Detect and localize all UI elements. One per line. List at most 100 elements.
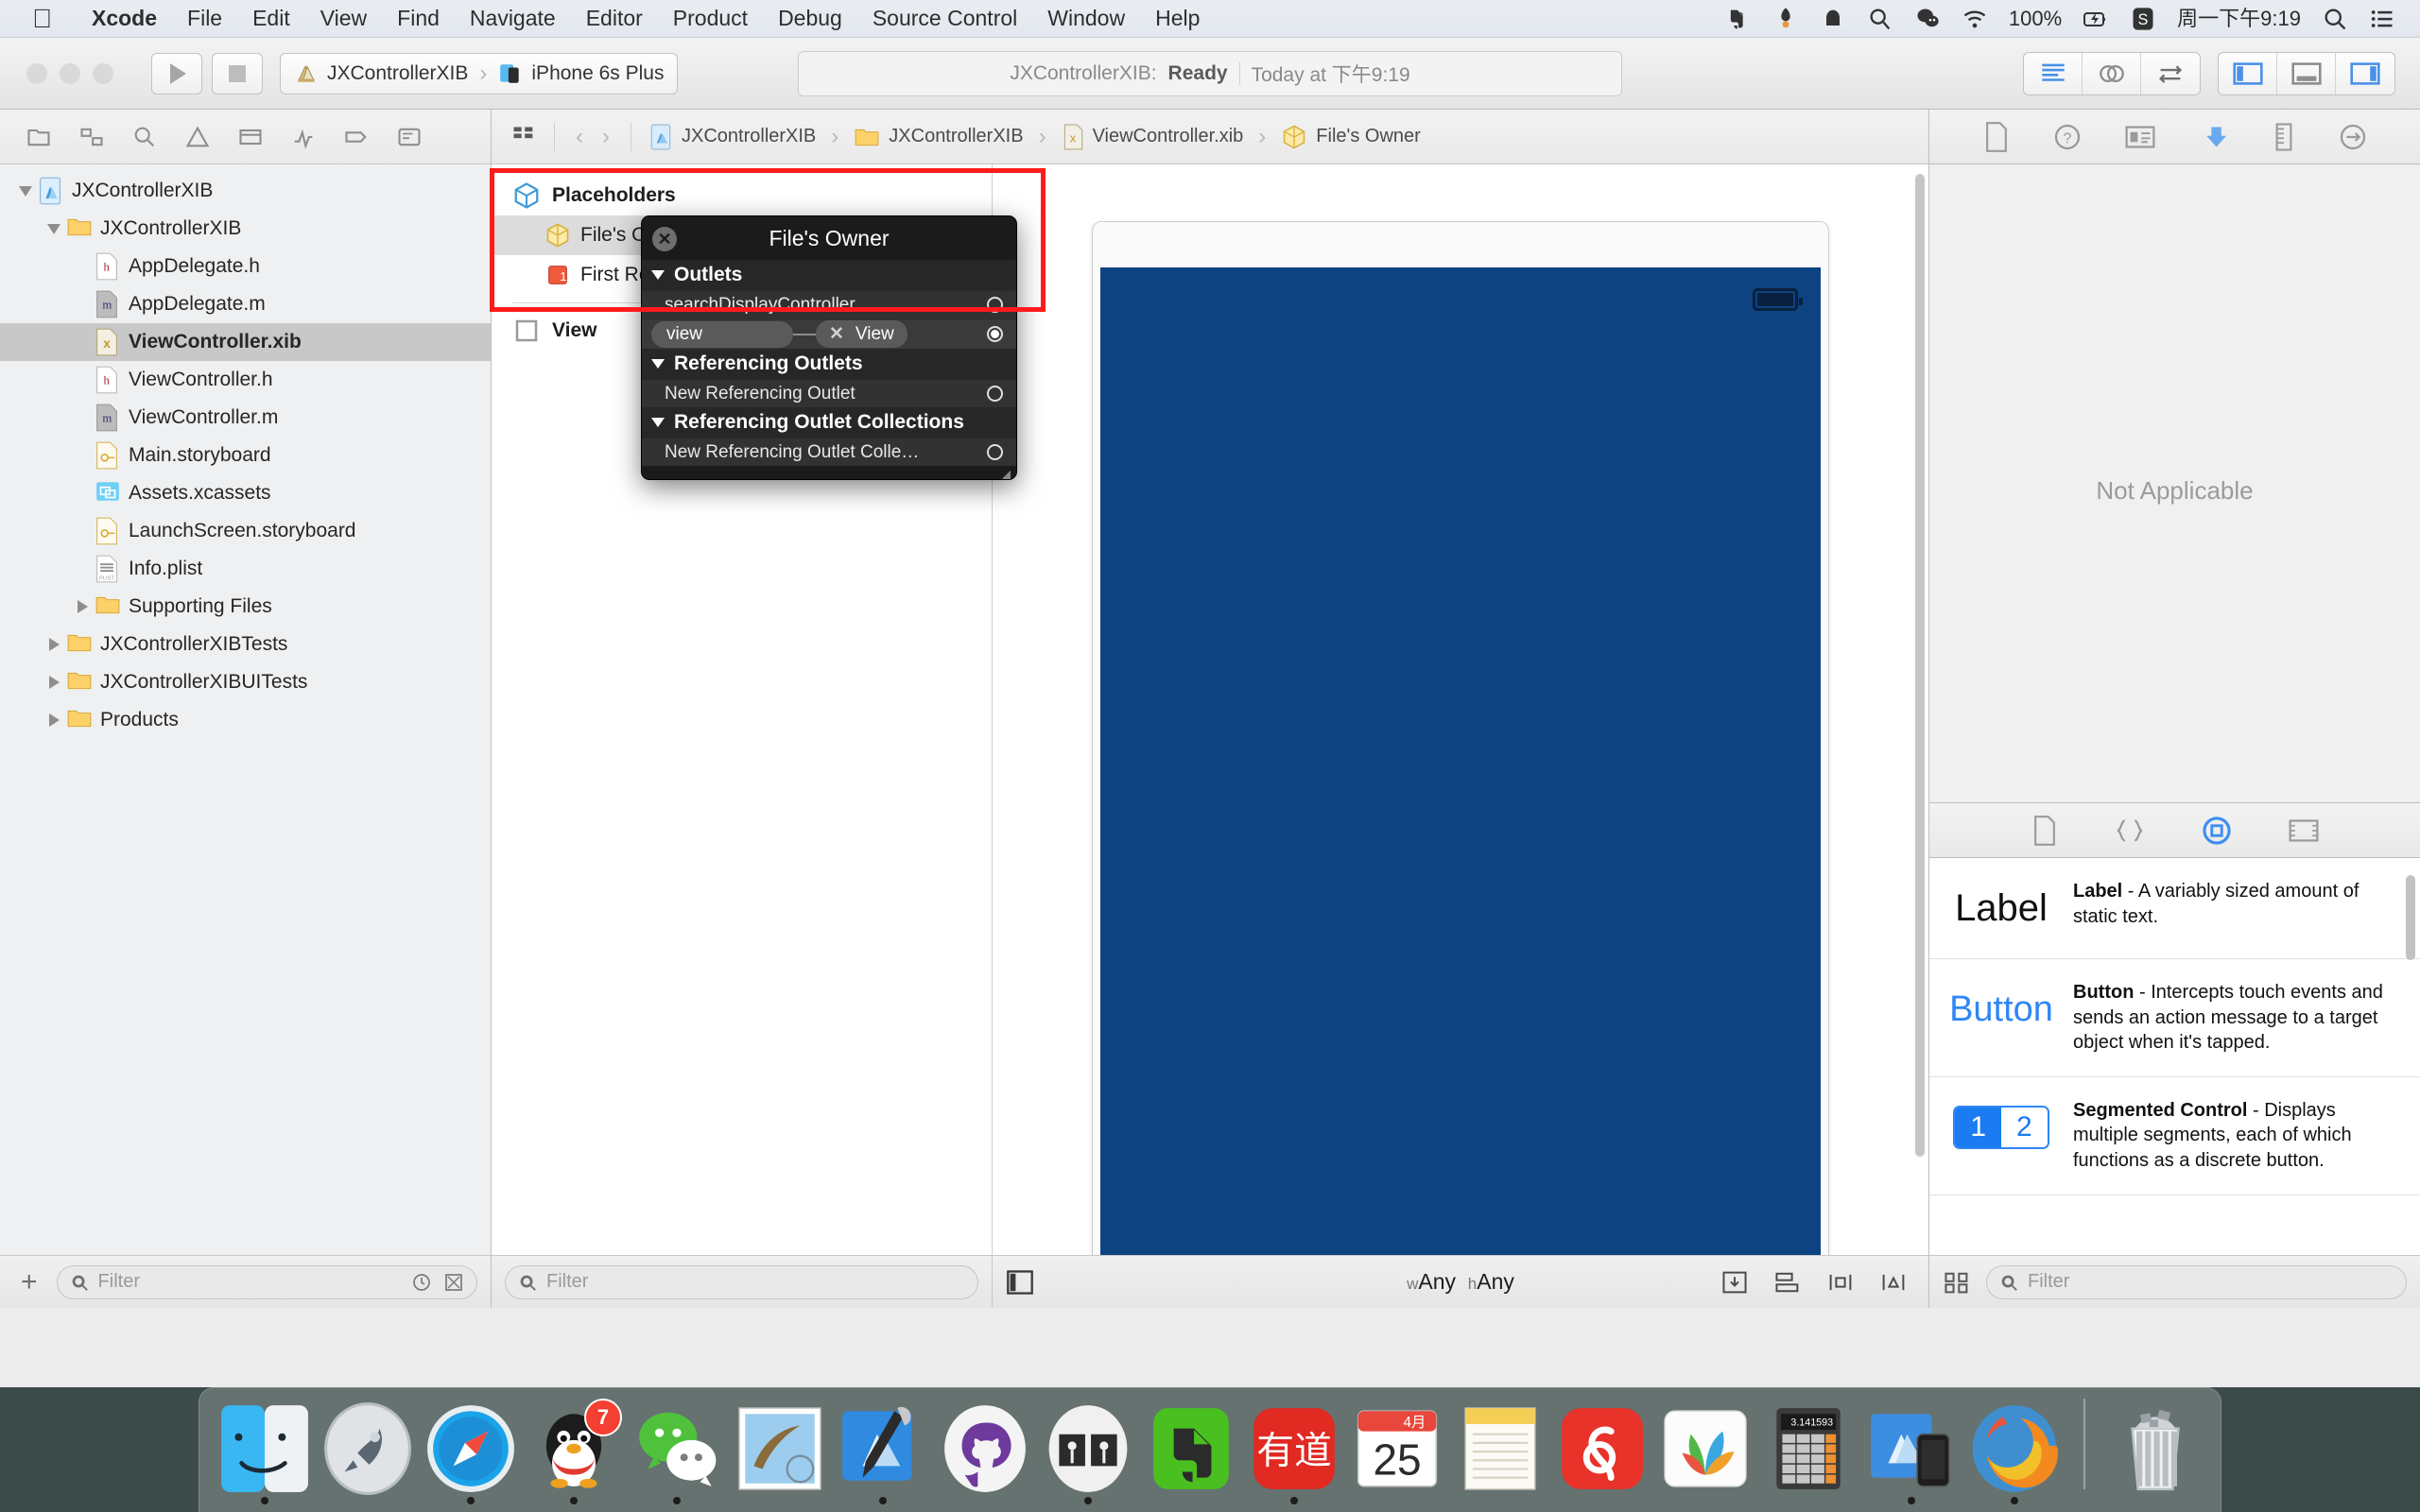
menu-item-xcode[interactable]: Xcode <box>77 6 172 31</box>
disclosure-triangle-right-icon[interactable] <box>42 676 66 689</box>
file-template-library-icon[interactable] <box>2031 815 2059 846</box>
navigator-row-products[interactable]: Products <box>0 701 491 739</box>
utilities-toggle-icon[interactable] <box>2336 53 2394 94</box>
minimize-window-button[interactable] <box>60 62 80 84</box>
connection-well-empty[interactable] <box>987 386 1003 402</box>
dock-item-notes[interactable] <box>1453 1397 1547 1506</box>
size-class-indicator[interactable]: wAny hAny <box>1407 1269 1514 1295</box>
pin-icon[interactable] <box>1826 1269 1855 1296</box>
breadcrumb-object[interactable]: File's Owner <box>1281 124 1421 150</box>
dock-item-calendar[interactable]: 4月 25 <box>1350 1397 1443 1506</box>
connection-well-empty[interactable] <box>987 444 1003 460</box>
dock-item-evernote[interactable] <box>1145 1397 1238 1506</box>
disclosure-triangle-right-icon[interactable] <box>42 713 66 727</box>
update-frames-icon[interactable] <box>1720 1269 1749 1296</box>
dock-item-qq[interactable]: 7 <box>527 1397 623 1506</box>
outline-header-placeholders[interactable]: Placeholders <box>492 176 992 215</box>
debug-toggle-icon[interactable] <box>2277 52 2336 94</box>
outline-filter-field[interactable]: Filter <box>505 1264 978 1299</box>
breakpoint-navigator-icon[interactable] <box>342 124 371 150</box>
navigator-row-jxcontrollerxibuitests[interactable]: JXControllerXIBUITests <box>0 663 491 701</box>
breadcrumb-folder[interactable]: JXControllerXIB <box>854 125 1024 149</box>
related-items-icon[interactable] <box>510 124 537 150</box>
connection-well-filled[interactable] <box>987 326 1003 342</box>
debug-navigator-icon[interactable] <box>289 124 318 150</box>
menu-item-navigate[interactable]: Navigate <box>455 6 571 31</box>
resolve-issues-icon[interactable] <box>1879 1269 1908 1296</box>
navigator-row-appdelegate-m[interactable]: m AppDelegate.m <box>0 285 491 323</box>
menu-item-window[interactable]: Window <box>1032 6 1140 31</box>
dropbox-menu-icon[interactable] <box>1772 6 1799 32</box>
root-view[interactable] <box>1100 267 1821 1255</box>
navigator-row-appdelegate-h[interactable]: h AppDelegate.h <box>0 248 491 285</box>
navigator-row-jxcontrollerxib[interactable]: JXControllerXIB <box>0 210 491 248</box>
dock-item-finder[interactable] <box>218 1397 312 1506</box>
window-traffic-lights[interactable] <box>26 62 113 84</box>
library-filter-field[interactable]: Filter <box>1986 1264 2407 1299</box>
dock-item-trash[interactable] <box>2108 1397 2202 1506</box>
size-inspector-icon[interactable] <box>2272 122 2296 152</box>
wifi-menu-icon[interactable] <box>1962 6 1988 32</box>
navigator-row-main-storyboard[interactable]: Main.storyboard <box>0 437 491 474</box>
report-navigator-icon[interactable] <box>395 124 424 150</box>
editor-mode-segmented-control[interactable] <box>2023 51 2201 95</box>
source-control-filter-icon[interactable] <box>442 1271 465 1294</box>
standard-editor-icon[interactable] <box>2024 52 2083 94</box>
menu-item-editor[interactable]: Editor <box>571 6 658 31</box>
evernote-menu-icon[interactable] <box>1725 6 1752 32</box>
hud-outlet-view-target[interactable]: ✕ View <box>816 320 908 348</box>
stop-button[interactable] <box>212 52 263 94</box>
identity-inspector-icon[interactable] <box>2124 123 2156 151</box>
cloud-menu-icon[interactable] <box>1820 6 1846 32</box>
navigator-row-info-plist[interactable]: PLIST Info.plist <box>0 550 491 588</box>
library-item-segmented-control[interactable]: 1 2 Segmented Control - Displays multiple … <box>1929 1077 2420 1195</box>
assistant-editor-icon[interactable] <box>2083 52 2141 94</box>
dock-item-github-desktop[interactable] <box>939 1397 1032 1506</box>
menu-bar-clock[interactable]: 周一下午9:19 <box>2177 8 2301 29</box>
menu-item-help[interactable]: Help <box>1140 6 1215 31</box>
menu-item-find[interactable]: Find <box>382 6 455 31</box>
dock-item-xcode[interactable] <box>836 1397 929 1506</box>
connection-well-empty[interactable] <box>987 297 1003 313</box>
disclosure-triangle-down-icon[interactable] <box>13 185 38 197</box>
menu-item-edit[interactable]: Edit <box>237 6 305 31</box>
navigator-row-viewcontroller-h[interactable]: h ViewController.h <box>0 361 491 399</box>
menu-item-product[interactable]: Product <box>658 6 763 31</box>
hud-section-outlets[interactable]: Outlets <box>642 260 1016 290</box>
breadcrumb-file[interactable]: x ViewController.xib <box>1062 124 1243 150</box>
dock-item-mindnode[interactable] <box>1659 1397 1753 1506</box>
attributes-inspector-icon[interactable] <box>2198 122 2230 152</box>
recent-files-filter-icon[interactable] <box>410 1271 433 1294</box>
view-toggle-segmented-control[interactable] <box>2218 51 2395 95</box>
disconnect-icon[interactable]: ✕ <box>829 323 844 345</box>
dock-item-launchpad[interactable] <box>321 1397 415 1506</box>
issue-navigator-icon[interactable] <box>183 124 212 150</box>
search-magnifier-menu-icon[interactable] <box>1867 6 1893 32</box>
file-inspector-icon[interactable] <box>1982 121 2011 152</box>
apple-logo-icon[interactable]:  <box>32 5 52 32</box>
hud-section-referencing-outlets[interactable]: Referencing Outlets <box>642 349 1016 379</box>
dock-item-calculator[interactable]: 3.141593 <box>1762 1397 1856 1506</box>
dock-item-youdao-dictionary[interactable]: 有道 <box>1248 1397 1341 1506</box>
navigator-row-jxcontrollerxib[interactable]: JXControllerXIB <box>0 172 491 210</box>
navigator-row-launchscreen-storyboard[interactable]: LaunchScreen.storyboard <box>0 512 491 550</box>
hud-outlet-view[interactable]: view ✕ View <box>642 318 1016 349</box>
navigator-row-supporting-files[interactable]: Supporting Files <box>0 588 491 626</box>
navigator-row-viewcontroller-xib[interactable]: x ViewController.xib <box>0 323 491 361</box>
code-snippet-library-icon[interactable] <box>2114 816 2146 845</box>
add-file-button[interactable]: + <box>13 1266 45 1298</box>
zoom-window-button[interactable] <box>93 62 113 84</box>
breadcrumb-project[interactable]: JXControllerXIB <box>648 124 816 150</box>
hud-new-referencing-outlet[interactable]: New Referencing Outlet <box>642 379 1016 407</box>
media-library-icon[interactable] <box>2288 816 2320 845</box>
menu-item-source-control[interactable]: Source Control <box>857 6 1032 31</box>
notification-center-icon[interactable] <box>2369 6 2395 32</box>
disclosure-triangle-right-icon[interactable] <box>70 600 95 613</box>
hud-section-referencing-outlet-collections[interactable]: Referencing Outlet Collections <box>642 407 1016 438</box>
canvas-scrollbar[interactable] <box>1915 174 1925 1157</box>
dock-item-safari[interactable] <box>424 1397 518 1506</box>
library-scrollbar[interactable] <box>2406 875 2415 960</box>
forward-chevron-icon[interactable]: › <box>602 124 610 150</box>
quick-help-inspector-icon[interactable]: ? <box>2052 122 2083 152</box>
object-library-list[interactable]: Label Label - A variably sized amount of … <box>1929 858 2420 1255</box>
